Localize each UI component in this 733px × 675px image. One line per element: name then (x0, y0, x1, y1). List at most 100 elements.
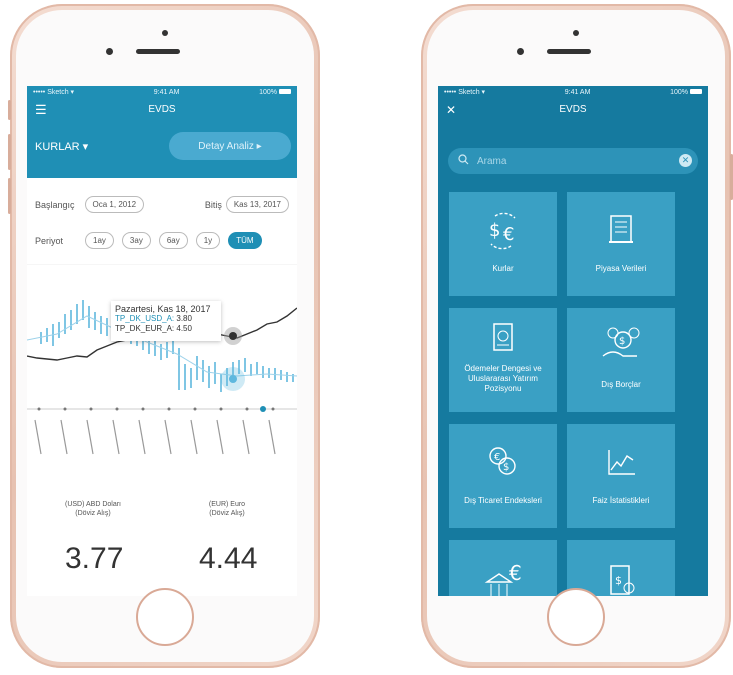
periyot-label: Periyot (35, 235, 64, 246)
kurlar-dropdown[interactable]: KURLAR ▾ (35, 140, 88, 153)
period-1ay[interactable]: 1ay (85, 232, 114, 249)
carrier-text: ••••• Sketch ▾ (444, 89, 486, 96)
eur-currency-label: (EUR) Euro (Döviz Alış) (177, 500, 277, 518)
tile-bank[interactable]: € (449, 540, 557, 596)
passport-icon (449, 320, 557, 360)
clear-search-icon[interactable]: ✕ (679, 154, 692, 167)
usd-marker (229, 375, 237, 383)
usd-currency-label: (USD) ABD Doları (Döviz Alış) (43, 500, 143, 518)
home-button[interactable] (136, 588, 194, 646)
tooltip-usd-value: 3.80 (176, 314, 192, 323)
battery-indicator: 100% (259, 89, 291, 96)
svg-text:€: € (503, 224, 514, 245)
volume-down-button (8, 178, 11, 214)
home-button[interactable] (547, 588, 605, 646)
app-title: EVDS (148, 103, 176, 115)
tooltip-eur-value: 4.50 (176, 324, 192, 333)
speaker (547, 49, 591, 54)
volume-up-button (8, 134, 11, 170)
search-icon (458, 154, 469, 168)
battery-text: 100% (670, 88, 688, 96)
line-chart-icon (567, 442, 675, 482)
usd-name: (USD) ABD Doları (64, 501, 121, 508)
tile-label: Dış Ticaret Endeksleri (464, 496, 542, 505)
tile-label: Piyasa Verileri (595, 264, 647, 273)
eur-rate-value: 4.44 (199, 542, 258, 575)
battery-icon (690, 89, 702, 95)
time-text: 9:41 AM (564, 88, 591, 96)
period-tum[interactable]: TÜM (228, 232, 262, 249)
sub-header: KURLAR ▾ Detay Analiz ▸ (27, 120, 297, 178)
tile-faiz-istatistikleri[interactable]: Faiz İstatistikleri (567, 424, 675, 528)
scroll-document-icon (567, 210, 675, 250)
bitis-date-picker[interactable]: Kas 13, 2017 (225, 196, 289, 213)
nav-bar: ☰ EVDS (27, 98, 297, 120)
svg-text:$: $ (489, 220, 500, 241)
hamburger-icon[interactable]: ☰ (35, 102, 47, 118)
mute-switch (8, 100, 11, 120)
tile-kurlar[interactable]: $ € Kurlar (449, 192, 557, 296)
right-phone: ••••• Sketch ▾ 9:41 AM 100% ✕ EVDS Arama… (421, 4, 733, 668)
battery-indicator: 100% (670, 89, 702, 96)
nav-bar: ✕ EVDS (438, 98, 708, 120)
period-1y[interactable]: 1y (195, 232, 221, 249)
tile-dis-ticaret-endeksleri[interactable]: € $ Dış Ticaret Endeksleri (449, 424, 557, 528)
tile-odemeler-dengesi[interactable]: Ödemeler Dengesi ve Uluslararası Yatırım… (449, 308, 557, 412)
svg-text:$: $ (503, 462, 509, 473)
bank-euro-icon: € (449, 558, 557, 596)
left-screen: ••••• Sketch ▾ 9:41 AM 100% ☰ EVDS KURLA… (27, 86, 297, 596)
carrier-text: ••••• Sketch ▾ (33, 89, 75, 96)
tile-label: Dış Borçlar (601, 380, 641, 389)
close-icon[interactable]: ✕ (446, 103, 456, 117)
battery-icon (279, 89, 291, 95)
sensor (106, 48, 113, 55)
tile-label: Faiz İstatistikleri (592, 496, 650, 505)
tooltip-eur-label: TP_DK_EUR_A: (115, 324, 175, 333)
svg-text:€: € (494, 452, 500, 463)
chart-tooltip: Pazartesi, Kas 18, 2017 TP_DK_USD_A: 3.8… (111, 301, 221, 341)
status-bar: ••••• Sketch ▾ 9:41 AM 100% (438, 86, 708, 98)
period-6ay[interactable]: 6ay (158, 232, 188, 249)
bitis-label: Bitiş (204, 199, 222, 210)
svg-text:$: $ (619, 336, 625, 347)
status-bar: ••••• Sketch ▾ 9:41 AM 100% (27, 86, 297, 98)
svg-text:€: € (509, 561, 522, 585)
battery-text: 100% (259, 88, 277, 96)
tile-label: Kurlar (492, 264, 514, 273)
left-header: ••••• Sketch ▾ 9:41 AM 100% ☰ EVDS KURLA… (27, 86, 297, 178)
x-axis-labels (34, 419, 276, 455)
search-input[interactable]: Arama ✕ (448, 148, 698, 174)
baslangic-date-picker[interactable]: Oca 1, 2012 (84, 196, 145, 213)
usd-sub: (Döviz Alış) (75, 510, 111, 517)
left-phone: ••••• Sketch ▾ 9:41 AM 100% ☰ EVDS KURLA… (8, 4, 320, 668)
date-range-row: Başlangıç Oca 1, 2012 Bitiş Kas 13, 2017 (35, 196, 289, 213)
exchange-rate-chart[interactable] (27, 264, 297, 474)
tooltip-date: Pazartesi, Kas 18, 2017 (115, 304, 211, 314)
app-title: EVDS (559, 103, 587, 115)
right-screen: ••••• Sketch ▾ 9:41 AM 100% ✕ EVDS Arama… (438, 86, 708, 596)
detay-analiz-button[interactable]: Detay Analiz ▸ (169, 132, 291, 160)
speaker (136, 49, 180, 54)
tile-invoice[interactable]: $ (567, 540, 675, 596)
period-3ay[interactable]: 3ay (121, 232, 151, 249)
period-row: Periyot 1ay 3ay 6ay 1y TÜM (35, 232, 289, 249)
sensor (517, 48, 524, 55)
usd-rate-value: 3.77 (65, 542, 124, 575)
hand-coins-icon: $ (567, 326, 675, 366)
time-text: 9:41 AM (153, 88, 180, 96)
range-handle (260, 406, 266, 412)
eur-sub: (Döviz Alış) (209, 510, 245, 517)
baslangic-label: Başlangıç (35, 199, 75, 210)
currency-exchange-icon: $ € (449, 210, 557, 250)
camera (162, 30, 168, 36)
eur-name: (EUR) Euro (208, 501, 246, 508)
tile-piyasa-verileri[interactable]: Piyasa Verileri (567, 192, 675, 296)
camera (573, 30, 579, 36)
eur-marker (229, 332, 237, 340)
tile-dis-borclar[interactable]: $ Dış Borçlar (567, 308, 675, 412)
svg-text:$: $ (615, 574, 622, 587)
search-placeholder: Arama (477, 155, 507, 167)
euro-dollar-exchange-icon: € $ (449, 442, 557, 482)
tooltip-usd-label: TP_DK_USD_A: (115, 314, 175, 323)
tile-label: Ödemeler Dengesi ve Uluslararası Yatırım… (464, 364, 542, 393)
